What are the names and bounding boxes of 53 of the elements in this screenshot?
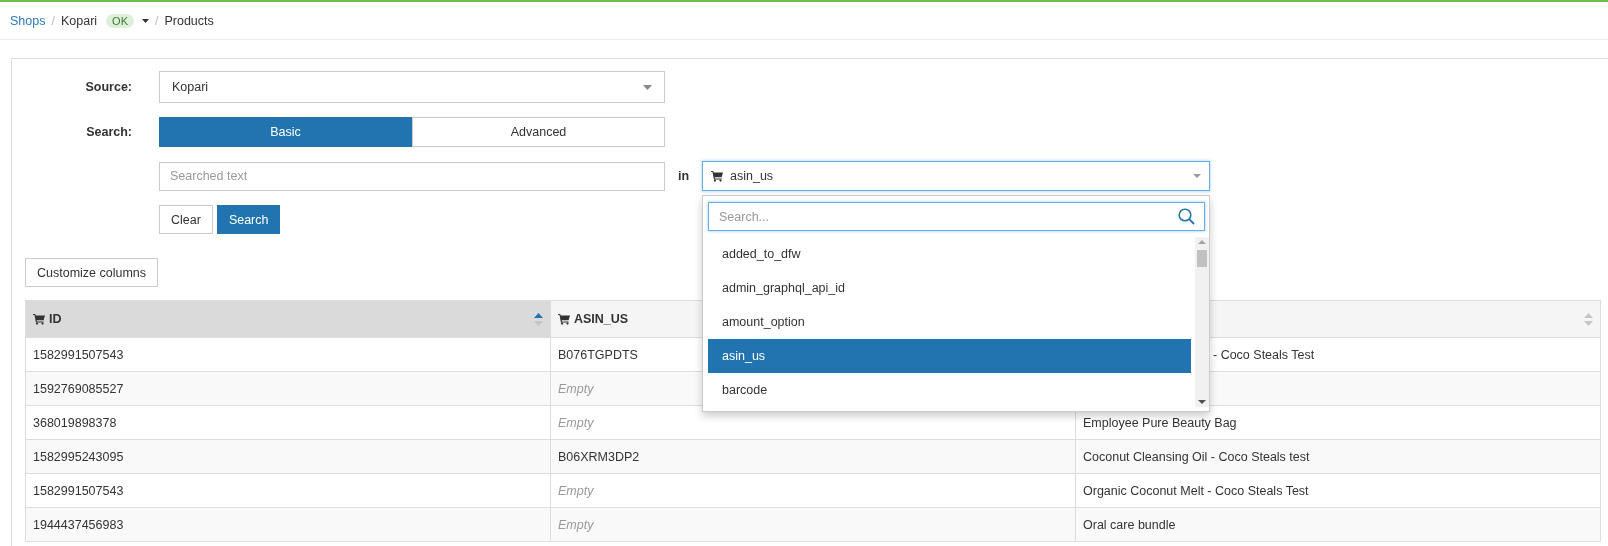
cart-icon bbox=[33, 313, 45, 325]
search-mode-tab[interactable]: Basic bbox=[159, 117, 412, 147]
search-icon bbox=[1178, 208, 1195, 225]
cart-icon bbox=[711, 170, 723, 182]
table-cell: Employee Pure Beauty Bag bbox=[1083, 415, 1237, 430]
search-text-field[interactable]: Searched text bbox=[159, 161, 665, 191]
table-cell: B06XRM3DP2 bbox=[558, 449, 640, 464]
customize-columns-button[interactable]: Customize columns bbox=[25, 258, 159, 287]
breadcrumb-link[interactable]: Shops bbox=[10, 13, 46, 28]
table-cell: - Coco Steals Test bbox=[1213, 347, 1315, 362]
scrollbar-drawing[interactable] bbox=[1195, 237, 1209, 407]
form-label: Search: bbox=[85, 125, 133, 139]
caret-icon[interactable] bbox=[142, 18, 149, 23]
menu-option[interactable]: admin_graphql_api_id bbox=[708, 271, 1191, 305]
sort-icon[interactable] bbox=[1584, 312, 1593, 326]
breadcrumb-item: Kopari bbox=[60, 13, 98, 28]
caret-icon bbox=[1193, 174, 1201, 178]
table-cell: Oral care bundle bbox=[1083, 517, 1176, 532]
status-badge: OK bbox=[106, 13, 134, 28]
field-select[interactable]: asin_us bbox=[702, 161, 1210, 191]
search-mode-tab[interactable]: Advanced bbox=[412, 117, 665, 147]
menu-search-field[interactable]: Search... bbox=[708, 202, 1205, 231]
form-label: Source: bbox=[84, 80, 133, 94]
sort-icon[interactable] bbox=[534, 312, 543, 326]
table-cell: Empty bbox=[558, 483, 594, 498]
source-select[interactable]: Kopari bbox=[159, 71, 665, 103]
breadcrumb-separator: / bbox=[155, 13, 159, 28]
table-cell: 1944437456983 bbox=[33, 517, 124, 532]
clear-button[interactable]: Clear bbox=[159, 205, 213, 234]
table-cell: Empty bbox=[558, 415, 594, 430]
breadcrumb-separator: / bbox=[51, 13, 55, 28]
table-cell: 1582991507543 bbox=[33, 347, 124, 362]
in-label: in bbox=[676, 169, 691, 183]
table-cell: Coconut Cleansing Oil - Coco Steals test bbox=[1083, 449, 1310, 464]
search-button[interactable]: Search bbox=[216, 205, 281, 234]
menu-option[interactable]: barcode bbox=[708, 373, 1191, 407]
table-cell: B076TGPDTS bbox=[558, 347, 638, 362]
table-cell: 1592769085527 bbox=[33, 381, 124, 396]
table-cell: 1582995243095 bbox=[33, 449, 124, 464]
table-cell: Organic Coconut Melt - Coco Steals Test bbox=[1083, 483, 1309, 498]
column-title: ASIN_US bbox=[574, 312, 629, 326]
column-header[interactable]: ID bbox=[25, 300, 551, 338]
table-cell: 368019898378 bbox=[33, 415, 117, 430]
menu-option[interactable]: amount_option bbox=[708, 305, 1191, 339]
menu-option[interactable]: asin_us bbox=[708, 339, 1191, 373]
table-cell: 1582991507543 bbox=[33, 483, 124, 498]
breadcrumb-current: Products bbox=[164, 13, 214, 28]
cart-icon bbox=[558, 313, 570, 325]
column-title: ID bbox=[49, 312, 62, 326]
table-cell: Empty bbox=[558, 381, 594, 396]
table-cell: Empty bbox=[558, 517, 594, 532]
menu-option[interactable]: added_to_dfw bbox=[708, 237, 1191, 271]
caret-icon bbox=[643, 84, 652, 90]
